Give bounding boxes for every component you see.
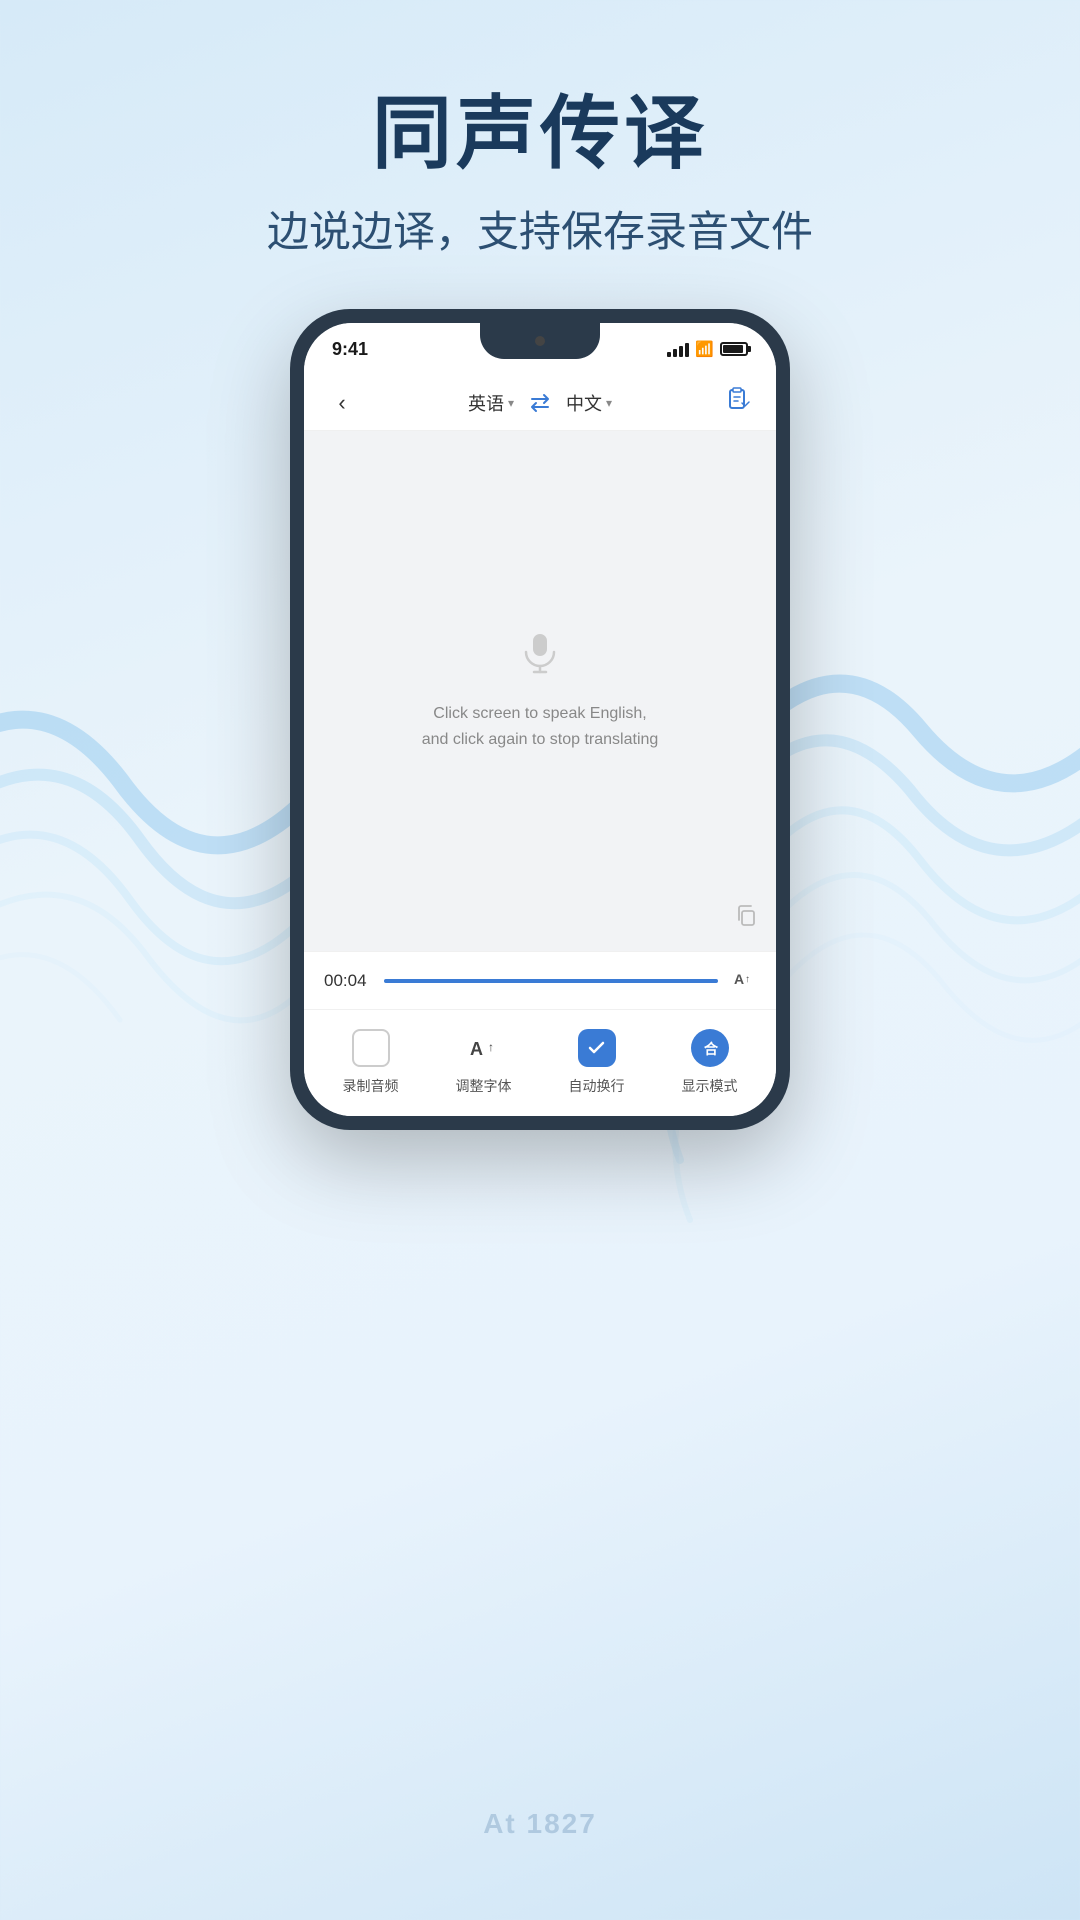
record-audio-item[interactable]: 录制音频	[343, 1026, 399, 1096]
target-lang-label: 中文	[566, 390, 602, 416]
status-time: 9:41	[332, 339, 368, 360]
svg-text:A: A	[470, 1039, 483, 1059]
clipboard-button[interactable]	[720, 387, 756, 418]
record-audio-icon	[352, 1029, 390, 1067]
app-topbar: ‹ 英语 ▾ 中文 ▾	[304, 375, 776, 431]
record-audio-label: 录制音频	[343, 1076, 399, 1096]
recording-time: 00:04	[324, 971, 370, 991]
page-header: 同声传译 边说边译，支持保存录音文件	[0, 0, 1080, 259]
language-controls: 英语 ▾ 中文 ▾	[468, 390, 612, 416]
auto-wrap-label: 自动换行	[569, 1076, 625, 1096]
svg-text:↑: ↑	[745, 974, 750, 985]
signal-icon	[667, 341, 689, 357]
source-lang-label: 英语	[468, 390, 504, 416]
page-title: 同声传译	[0, 90, 1080, 178]
display-mode-label: 显示模式	[682, 1076, 738, 1096]
watermark: At 1827	[483, 1808, 597, 1840]
adjust-font-icon-wrap: A ↑	[462, 1026, 506, 1070]
progress-track	[384, 979, 718, 983]
target-lang-arrow: ▾	[606, 396, 612, 410]
back-button[interactable]: ‹	[324, 390, 360, 416]
translation-area[interactable]: Click screen to speak English, and click…	[304, 431, 776, 951]
record-audio-icon-wrap	[349, 1026, 393, 1070]
camera-dot	[535, 336, 545, 346]
status-bar: 9:41 📶	[304, 323, 776, 375]
copy-button[interactable]	[734, 903, 758, 933]
page-subtitle: 边说边译，支持保存录音文件	[0, 198, 1080, 259]
hint-line-2: and click again to stop translating	[422, 731, 659, 748]
bottom-toolbar: 录制音频 A ↑ 调整字体	[304, 1009, 776, 1116]
wifi-icon: 📶	[695, 340, 714, 358]
adjust-font-item[interactable]: A ↑ 调整字体	[456, 1026, 512, 1096]
target-language[interactable]: 中文 ▾	[566, 390, 612, 416]
display-mode-icon-wrap: 合	[688, 1026, 732, 1070]
font-adjust-icon: A ↑	[465, 1029, 503, 1067]
battery-icon	[720, 342, 748, 356]
display-mode-icon: 合	[691, 1029, 729, 1067]
auto-wrap-icon-wrap	[575, 1026, 619, 1070]
adjust-font-label: 调整字体	[456, 1076, 512, 1096]
font-size-icon[interactable]: A ↑	[732, 966, 756, 995]
hint-text: Click screen to speak English, and click…	[422, 701, 659, 752]
auto-wrap-item[interactable]: 自动换行	[569, 1026, 625, 1096]
svg-text:A: A	[734, 971, 744, 987]
microphone-icon	[518, 630, 562, 679]
display-mode-item[interactable]: 合 显示模式	[682, 1026, 738, 1096]
source-lang-arrow: ▾	[508, 396, 514, 410]
phone-frame: 9:41 📶	[290, 309, 790, 1130]
hint-line-1: Click screen to speak English,	[433, 705, 646, 722]
source-language[interactable]: 英语 ▾	[468, 390, 514, 416]
svg-text:↑: ↑	[488, 1040, 494, 1054]
status-icons: 📶	[667, 340, 748, 358]
swap-language-button[interactable]	[528, 393, 552, 413]
notch	[480, 323, 600, 359]
svg-text:合: 合	[704, 1041, 719, 1057]
progress-area: 00:04 A ↑	[304, 951, 776, 1009]
auto-wrap-icon	[578, 1029, 616, 1067]
phone-screen: 9:41 📶	[304, 323, 776, 1116]
